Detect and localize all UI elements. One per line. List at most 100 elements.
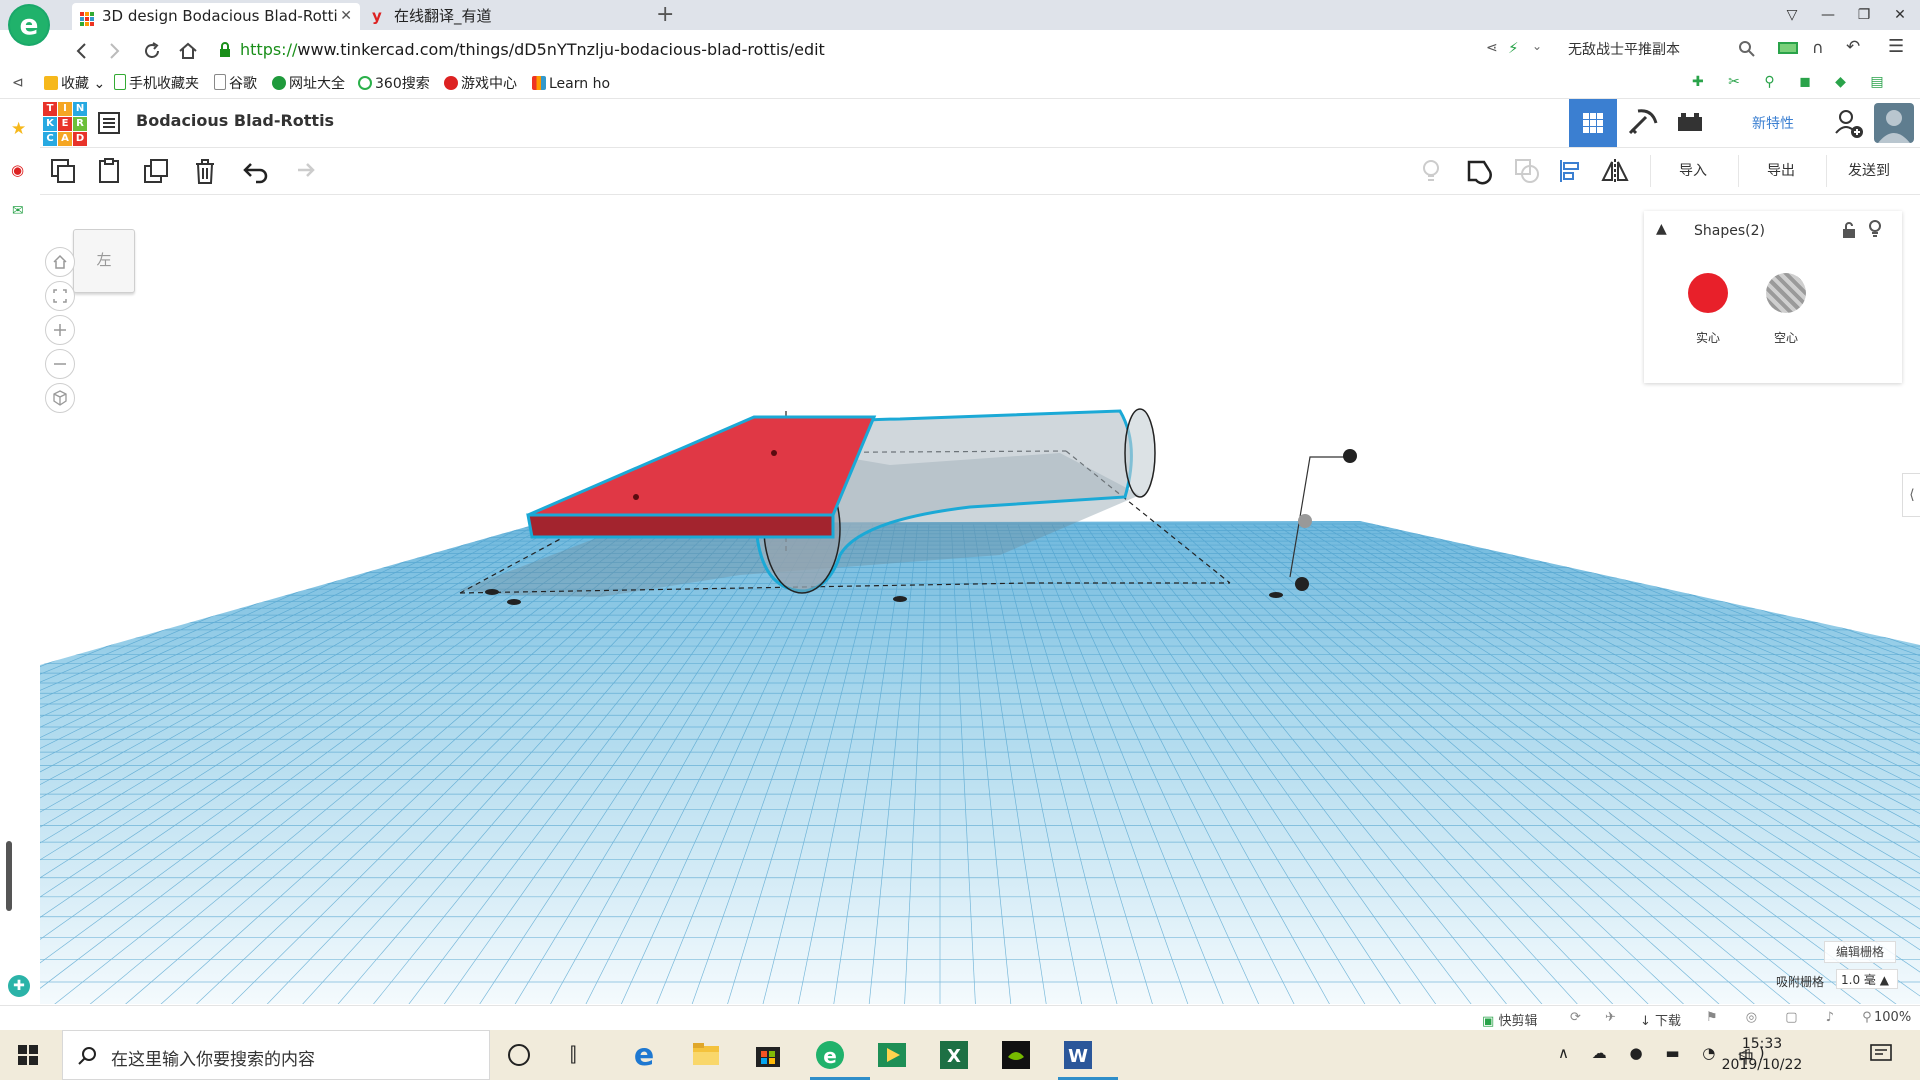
send-to-button[interactable]: 发送到 [1826,155,1911,187]
edge-browser-icon[interactable]: e [624,1035,664,1075]
zoom-out-button[interactable] [45,349,75,379]
battery-icon[interactable] [1778,42,1798,54]
home-icon[interactable] [176,39,200,63]
bookmark-google[interactable]: 谷歌 [214,74,257,94]
close-tab-icon[interactable]: ✕ [340,3,352,30]
weibo-icon[interactable]: ◉ [11,161,24,179]
duplicate-icon[interactable] [142,156,172,186]
status-misc-icon[interactable]: ⚑ ◎ ▢ ♪ ⚲ [1706,1010,1884,1025]
new-features-link[interactable]: 新特性 [1752,113,1794,133]
snap-grid-select[interactable]: 1.0 毫 ▲ [1836,969,1898,989]
undo-close-icon[interactable]: ↶ [1846,37,1860,57]
bookmark-games[interactable]: 游戏中心 [444,74,517,94]
bricks-icon[interactable] [1666,99,1714,147]
view-cube[interactable]: 左 [73,229,135,293]
nvidia-icon[interactable] [996,1035,1036,1075]
status-tools-icon[interactable]: ⟳ ✈ [1570,1010,1626,1025]
notification-icon[interactable] [1870,1044,1892,1068]
group-icon[interactable] [1464,156,1494,186]
tab-tinkercad[interactable]: 3D design Bodacious Blad-Rotti ✕ [72,3,360,30]
paste-icon[interactable] [94,156,124,186]
bookmark-learn[interactable]: Learn ho [532,74,610,94]
close-window-icon[interactable]: ✕ [1888,4,1912,26]
quick-clip-button[interactable]: ▣ 快剪辑 [1482,1010,1537,1029]
share-icon[interactable]: ⋖ [1486,40,1498,56]
export-button[interactable]: 导出 [1738,155,1823,187]
cortana-icon[interactable] [508,1044,530,1066]
zoom-level[interactable]: 100% [1874,1010,1911,1025]
workplane-canvas[interactable]: 左 ▲ Shapes(2) 实心 空心 ⟨ 编辑栅格 吸附栅格 1.0 毫 ▲ [40,195,1920,1004]
lock-icon [218,42,232,58]
page-icon [214,74,226,90]
fit-view-button[interactable] [45,281,75,311]
solid-box-shape[interactable] [526,415,877,539]
import-button[interactable]: 导入 [1650,155,1735,187]
windows-start-icon[interactable] [18,1045,38,1069]
add-user-icon[interactable] [1824,99,1872,147]
favorites-star-icon[interactable]: ★ [11,119,26,139]
file-explorer-icon[interactable] [686,1035,726,1075]
hole-label: 空心 [1773,331,1798,345]
delete-icon[interactable] [190,156,220,186]
task-view-icon[interactable]: ⫿ [570,1042,576,1066]
360-browser-taskbar-icon[interactable]: e [810,1035,870,1080]
youdao-favicon-icon: y [372,7,382,25]
avatar[interactable] [1874,103,1914,143]
download-button[interactable]: ↓ 下载 [1640,1010,1681,1029]
lightbulb-icon[interactable] [1868,219,1882,243]
bookmark-favorites[interactable]: 收藏 ⌄ [44,74,105,94]
reload-icon[interactable] [140,39,164,63]
browser-search-input[interactable]: 无敌战士平推副本 [1568,39,1748,61]
home-view-button[interactable] [45,247,75,277]
collapse-icon[interactable]: ▲ [1656,221,1667,237]
url-field[interactable]: https://www.tinkercad.com/things/dD5nYTn… [240,38,825,62]
chevron-down-icon[interactable]: ⌄ [1532,39,1542,53]
design-list-icon[interactable] [98,112,120,134]
store-icon[interactable] [748,1035,788,1075]
skin-icon[interactable]: ▽ [1780,4,1804,26]
blocks-pickaxe-icon[interactable] [1618,99,1666,147]
mail-icon[interactable]: ✉ [12,203,24,219]
headset-icon[interactable]: ∩ [1812,38,1824,57]
mirror-icon[interactable] [1600,156,1630,186]
bookmark-sites[interactable]: 网址大全 [272,74,345,94]
search-icon[interactable] [1738,40,1756,62]
hole-swatch[interactable] [1766,273,1806,313]
copy-icon[interactable] [48,156,78,186]
scroll-handle[interactable] [6,841,12,911]
ortho-view-button[interactable] [45,383,75,413]
tab-youdao[interactable]: y 在线翻译_有道 [364,3,644,30]
solid-swatch[interactable] [1688,273,1728,313]
lightbulb-icon[interactable] [1416,156,1446,186]
ungroup-icon[interactable] [1512,156,1542,186]
word-icon[interactable]: W [1058,1035,1118,1080]
zoom-in-button[interactable] [45,315,75,345]
tinkercad-logo[interactable]: T I N K E R C A D [43,102,87,146]
new-tab-button[interactable]: + [656,2,674,27]
back-icon[interactable] [70,39,94,63]
browser-logo-icon[interactable]: e [8,4,50,46]
taskbar-clock[interactable]: 15:33 2019/10/22 [1712,1034,1812,1076]
lock-shape-icon[interactable] [1842,221,1856,243]
taskbar-search-input[interactable]: 在这里输入你要搜索的内容 [62,1030,490,1080]
bookmark-360[interactable]: 360搜索 [358,74,430,94]
sidebar-toggle-icon[interactable]: ⊲ [12,75,24,91]
bolt-icon[interactable]: ⚡ [1508,39,1519,57]
restore-icon[interactable]: ❐ [1852,4,1876,26]
align-icon[interactable] [1556,156,1586,186]
design-title[interactable]: Bodacious Blad-Rottis [136,111,334,130]
bookmark-mobile[interactable]: 手机收藏夹 [114,74,199,94]
menu-icon[interactable]: ☰ [1888,36,1904,57]
add-circle-icon[interactable]: ✚ [8,975,30,997]
minimize-icon[interactable]: — [1816,4,1840,26]
edit-grid-button[interactable]: 编辑栅格 [1824,941,1896,963]
extensions-icon[interactable]: ✚ ✂ ⚲ ◼ ◆ ▤ [1692,74,1894,90]
redo-icon[interactable] [288,156,318,186]
workplane-scene[interactable] [40,195,1920,1004]
excel-icon[interactable]: X [934,1035,974,1075]
forward-icon[interactable] [102,39,126,63]
panel-expand-tab[interactable]: ⟨ [1902,473,1920,517]
undo-icon[interactable] [240,156,270,186]
video-player-icon[interactable] [872,1035,912,1075]
3d-view-button[interactable] [1569,99,1617,147]
